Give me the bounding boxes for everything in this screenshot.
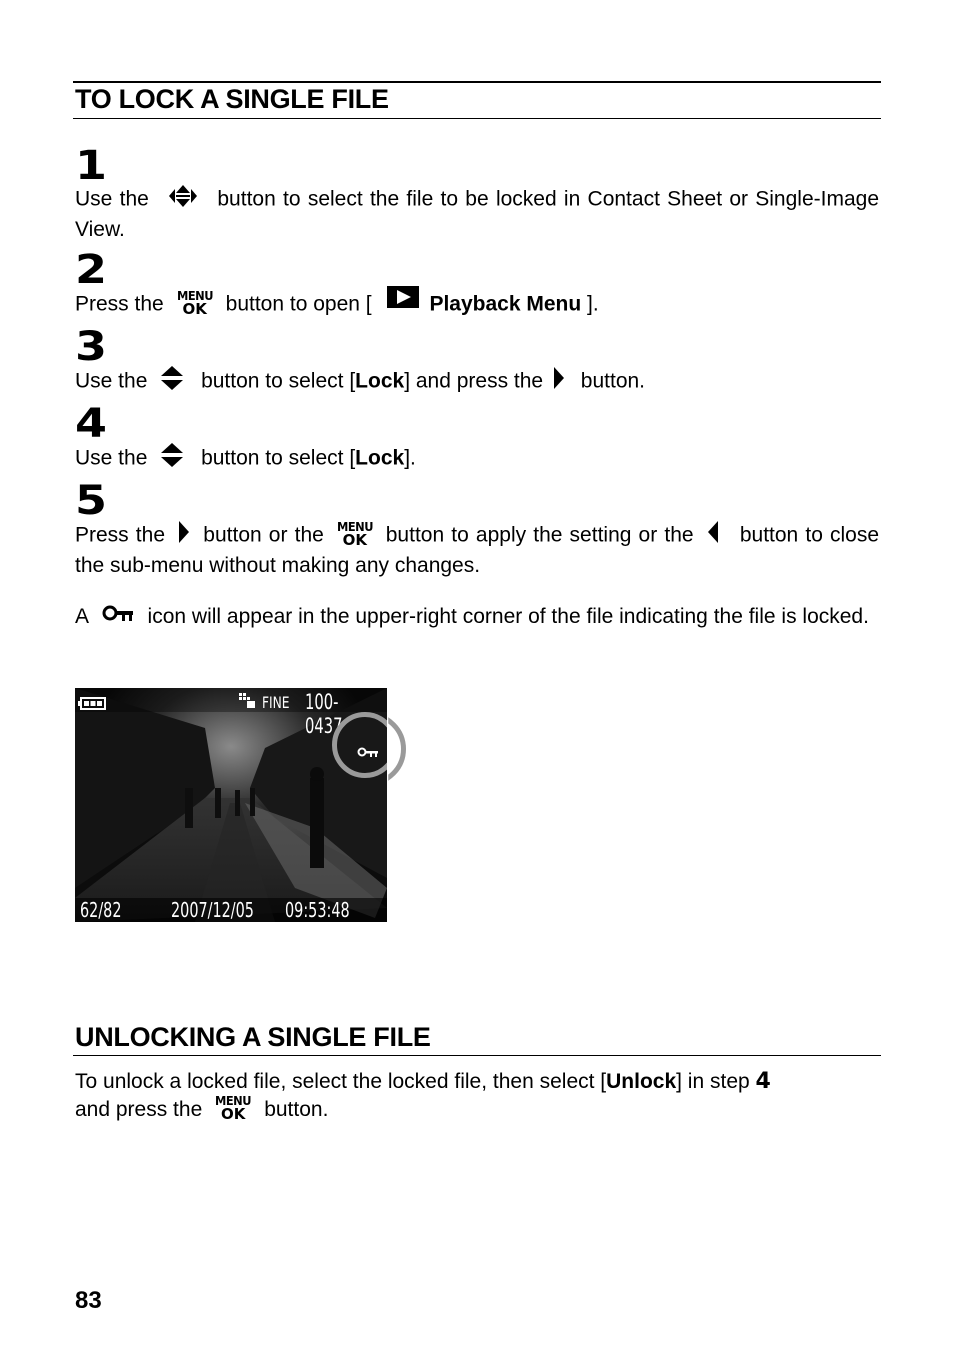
image-size-icon xyxy=(239,693,256,713)
step-2-text: Press the MENU OK button to open [ Playback… xyxy=(75,286,879,320)
step-1-text: Use the button to select the file to be … xyxy=(75,184,879,244)
up-down-button-icon xyxy=(161,366,184,398)
menu-ok-button-icon: MENU OK xyxy=(336,519,374,549)
quality-label: FINE xyxy=(262,693,290,712)
step-reference-4: 4 xyxy=(755,1069,771,1094)
heading-underline xyxy=(73,118,881,119)
playback-icon xyxy=(387,286,420,316)
step-3-text: Use the button to select [Lock] and pres… xyxy=(75,366,879,398)
battery-full-icon xyxy=(78,695,106,714)
heading-underline xyxy=(73,1055,881,1056)
menu-ok-button-icon: MENU OK xyxy=(176,288,214,318)
right-arrow-button-icon xyxy=(553,366,565,398)
frame-count: 62/82 xyxy=(80,898,122,922)
section-heading-unlock: UNLOCKING A SINGLE FILE xyxy=(75,1022,431,1052)
step-number-5: 5 xyxy=(75,478,108,524)
unlock-instructions: To unlock a locked file, select the lock… xyxy=(75,1069,771,1123)
capture-date: 2007/12/05 xyxy=(171,898,254,922)
step-number-4: 4 xyxy=(75,401,108,447)
left-arrow-button-icon xyxy=(707,520,719,552)
menu-ok-button-icon: MENU OK xyxy=(215,1093,252,1123)
camera-playback-screen: FINE 100-0437 62/82 2007/12/05 09:53:48 … xyxy=(75,688,387,922)
step-5-text: Press the button or the MENU OK button to a… xyxy=(75,519,880,578)
page-number: 83 xyxy=(75,1287,102,1314)
step-number-2: 2 xyxy=(75,247,108,293)
section-heading-lock: TO LOCK A SINGLE FILE xyxy=(75,84,389,114)
right-arrow-button-icon xyxy=(178,520,190,552)
top-rule xyxy=(73,81,881,83)
capture-time: 09:53:48 AM xyxy=(285,898,350,922)
step-number-1: 1 xyxy=(75,143,108,189)
up-down-button-icon xyxy=(161,443,184,475)
lock-icon-note: A icon will appear in the upper-right co… xyxy=(75,603,879,631)
step-4-text: Use the button to select [Lock]. xyxy=(75,443,879,475)
key-lock-icon xyxy=(102,603,134,631)
four-way-dpad-icon xyxy=(162,184,204,216)
step-number-3: 3 xyxy=(75,324,108,370)
